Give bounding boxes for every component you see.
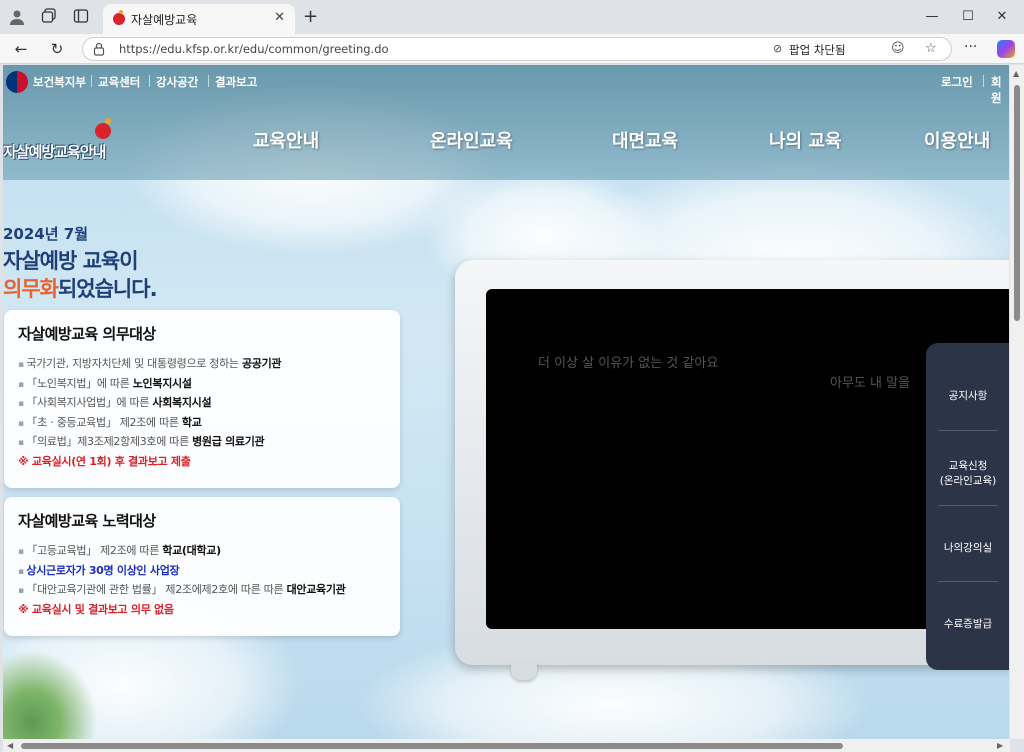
horizontal-scroll-thumb[interactable] — [21, 743, 843, 749]
emoji-icon[interactable]: ☺ — [891, 41, 905, 56]
divider — [938, 430, 998, 431]
popup-blocked-label[interactable]: 팝업 차단됨 — [789, 42, 846, 58]
more-menu-icon[interactable]: ··· — [964, 39, 977, 55]
collections-icon[interactable] — [40, 8, 58, 26]
new-tab-button[interactable]: + — [303, 6, 318, 27]
quick-certificate[interactable]: 수료증발급 — [938, 617, 998, 632]
refresh-button[interactable]: ↻ — [46, 39, 68, 59]
back-button[interactable]: ← — [10, 39, 32, 59]
url-text[interactable]: https://edu.kfsp.or.kr/edu/common/greeti… — [119, 42, 389, 56]
quick-menu: 공지사항 교육신청 (온라인교육) 나의강의실 수료증발급 — [926, 343, 1009, 670]
vertical-scroll-thumb[interactable] — [1014, 85, 1020, 321]
scroll-right-icon[interactable]: ▶ — [997, 741, 1003, 750]
quick-apply[interactable]: 교육신청 (온라인교육) — [938, 459, 998, 489]
divider — [938, 505, 998, 506]
video-caption-2: 아무도 내 말을 — [830, 376, 911, 391]
vertical-scrollbar[interactable]: ▲ — [1010, 65, 1024, 739]
url-bar[interactable]: https://edu.kfsp.or.kr/edu/common/greeti… — [82, 37, 952, 61]
profile-icon[interactable] — [8, 8, 26, 26]
lock-icon[interactable] — [93, 42, 105, 56]
close-tab-icon[interactable]: ✕ — [274, 10, 285, 25]
horizontal-scrollbar[interactable]: ◀ ▶ — [3, 739, 1010, 752]
quick-my-classroom[interactable]: 나의강의실 — [938, 541, 998, 556]
site-favicon-icon — [113, 10, 125, 25]
popup-blocked-icon[interactable]: ⊘ — [773, 42, 782, 55]
active-tab[interactable]: 자살예방교육 ✕ — [103, 4, 295, 34]
scroll-up-icon[interactable]: ▲ — [1013, 69, 1019, 78]
browser-tabbar: 자살예방교육 ✕ + — ☐ ✕ — [0, 0, 1024, 34]
quick-notice[interactable]: 공지사항 — [938, 389, 998, 404]
scroll-left-icon[interactable]: ◀ — [7, 741, 13, 750]
tab-title: 자살예방교육 — [131, 13, 198, 27]
divider — [938, 581, 998, 582]
address-bar: ← ↻ https://edu.kfsp.or.kr/edu/common/gr… — [0, 34, 1024, 64]
tab-actions-icon[interactable] — [72, 8, 90, 26]
copilot-icon[interactable] — [997, 40, 1015, 58]
close-window-button[interactable]: ✕ — [982, 6, 1022, 28]
favorite-star-icon[interactable]: ☆ — [925, 41, 937, 56]
video-caption-1: 더 이상 살 이유가 없는 것 같아요 — [538, 356, 719, 371]
minimize-button[interactable]: — — [912, 6, 952, 28]
video-layer: 더 이상 살 이유가 없는 것 같아요 아무도 내 말을 공지사항 교육신청 (… — [3, 65, 1009, 739]
tv-leg — [511, 662, 537, 680]
